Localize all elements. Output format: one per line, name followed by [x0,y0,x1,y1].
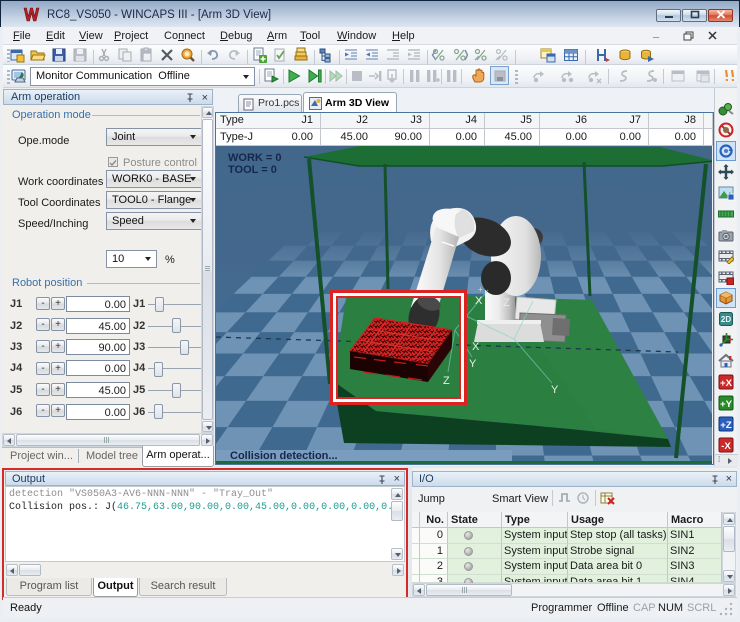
svg-text:+Z: +Z [720,420,732,431]
svg-text:+Y: +Y [720,399,733,410]
svg-text:+X: +X [720,378,733,389]
svg-text:2D: 2D [721,315,731,324]
svg-text:-X: -X [721,441,731,452]
